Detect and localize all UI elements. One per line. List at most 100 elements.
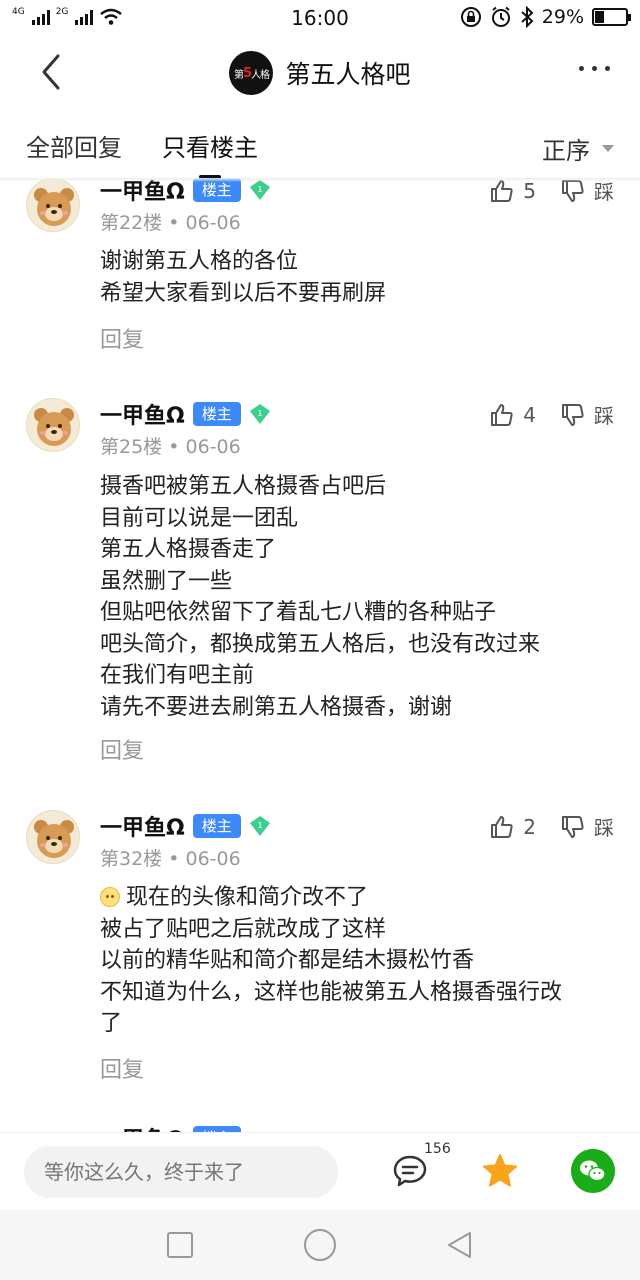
battery-percent: 29% (541, 6, 584, 28)
square-icon (167, 1232, 193, 1258)
more-dot (605, 66, 610, 71)
wechat-share-button[interactable] (569, 1147, 617, 1195)
author-name[interactable]: 一甲鱼Ω (100, 178, 185, 206)
avatar[interactable] (26, 178, 80, 232)
reply-button[interactable]: 回复 (100, 1052, 144, 1084)
tab-op-only[interactable]: 只看楼主 (162, 121, 258, 179)
post-line: 但贴吧依然留下了着乱七八糟的各种贴子 (100, 600, 497, 625)
battery-fill (595, 11, 604, 23)
thumbs-down-icon (562, 403, 584, 426)
forum-title-group[interactable]: 第 5 人格 第五人格吧 (229, 51, 411, 95)
post-meta: 第25楼 • 06-06 (100, 436, 241, 458)
bluetooth-icon (521, 6, 534, 28)
post-body: 谢谢第五人格的各位 希望大家看到以后不要再刷屏 (100, 246, 600, 309)
post-line: 在我们有吧主前 (100, 663, 255, 688)
post-meta: 第32楼 • 06-06 (100, 848, 241, 870)
awkward-face-emoji-icon (100, 887, 120, 907)
avatar[interactable] (26, 810, 80, 864)
wifi-icon (100, 8, 123, 25)
filter-tabs: 全部回复 只看楼主 正序 (0, 118, 640, 179)
dislike-label: 踩 (594, 180, 614, 204)
post-line: 被占了贴吧之后就改成了这样 (100, 916, 387, 942)
dislike-button[interactable]: 踩 (560, 178, 614, 205)
network-type-1: 4G (12, 7, 25, 17)
post-actions: 2 踩 (489, 812, 614, 841)
star-icon (483, 1154, 517, 1187)
more-button[interactable] (579, 66, 610, 71)
author-name[interactable]: 一甲鱼Ω (100, 1122, 185, 1132)
reply-input[interactable] (24, 1145, 338, 1198)
post-body: 现在的头像和简介改不了 被占了贴吧之后就改成了这样 以前的精华贴和简介都是结木摄… (100, 882, 600, 1040)
thumbs-up-icon (491, 403, 513, 426)
signal-icon-2 (75, 9, 94, 25)
svg-text:1: 1 (257, 821, 262, 830)
post-line: 第五人格摄香走了 (100, 537, 277, 562)
comment-count: 156 (424, 1141, 451, 1157)
dislike-label: 踩 (594, 816, 614, 840)
circle-icon (304, 1229, 336, 1261)
reply-button[interactable]: 回复 (100, 322, 144, 354)
triangle-back-icon (448, 1232, 471, 1258)
sort-label: 正序 (542, 136, 590, 165)
post-line: 现在的头像和简介改不了 (100, 882, 600, 914)
sort-dropdown[interactable]: 正序 (542, 131, 614, 166)
like-count: 4 (523, 402, 536, 427)
tabs-divider (0, 178, 640, 182)
home-button[interactable] (300, 1225, 340, 1265)
author-name[interactable]: 一甲鱼Ω (100, 398, 185, 430)
post-feed[interactable]: 一甲鱼Ω 楼主 1 第22楼 • 06-06 5 踩 谢谢第五人格的各位 希望大… (0, 178, 640, 1132)
author-name[interactable]: 一甲鱼Ω (100, 810, 185, 842)
like-count: 5 (523, 178, 536, 203)
post-line: 希望大家看到以后不要再刷屏 (100, 280, 387, 306)
post-line: 虽然删了一些 (100, 568, 233, 594)
post-line: 不知道为什么，这样也能被第五人格摄香强行改 (100, 979, 563, 1005)
system-back-button[interactable] (440, 1225, 480, 1265)
post-date: 06-06 (185, 436, 241, 458)
thumbs-up-icon (491, 815, 513, 838)
recent-apps-button[interactable] (160, 1225, 200, 1265)
author-line: 一甲鱼Ω 楼主 1 (100, 398, 271, 430)
like-button[interactable]: 4 (489, 402, 536, 428)
alarm-icon (491, 6, 510, 27)
comment-bubble-icon (393, 1155, 427, 1187)
tab-all-replies[interactable]: 全部回复 (26, 121, 122, 175)
forum-logo-text-c: 人格 (251, 69, 270, 81)
header: 第 5 人格 第五人格吧 (0, 38, 640, 108)
author-line: 一甲鱼Ω 楼主 1 (100, 178, 271, 206)
level-diamond-icon: 1 (249, 180, 270, 200)
thumbs-down-icon (562, 815, 584, 838)
level-diamond-icon: 1 (249, 404, 270, 424)
author-line: 一甲鱼Ω 楼主 (100, 1122, 241, 1132)
post-actions: 4 踩 (489, 400, 614, 429)
back-button[interactable] (34, 50, 74, 94)
more-dot (592, 66, 597, 71)
battery-icon (592, 8, 631, 26)
network-type-2: 2G (55, 7, 69, 17)
op-badge: 楼主 (192, 402, 241, 426)
reply-button[interactable]: 回复 (100, 733, 144, 765)
forum-logo: 第 5 人格 (229, 51, 274, 95)
status-right: 29% (460, 6, 631, 28)
svg-text:1: 1 (257, 409, 262, 418)
post-line: 谢谢第五人格的各位 (100, 249, 299, 274)
post-line: 请先不要进去刷第五人格摄香，谢谢 (100, 694, 453, 720)
post-line: 以前的精华贴和简介都是结木摄松竹香 (100, 948, 475, 973)
dislike-button[interactable]: 踩 (560, 812, 614, 841)
like-count: 2 (523, 814, 536, 839)
like-button[interactable]: 2 (489, 814, 536, 840)
post-actions: 5 踩 (489, 178, 614, 205)
avatar[interactable] (26, 398, 80, 452)
favorite-button[interactable] (476, 1147, 524, 1195)
forum-logo-text-a: 第 (233, 69, 244, 81)
status-left: 4G 2G (12, 7, 123, 26)
post-body: 摄香吧被第五人格摄香占吧后 目前可以说是一团乱 第五人格摄香走了 虽然删了一些 … (100, 471, 600, 723)
dislike-button[interactable]: 踩 (560, 400, 614, 429)
forum-logo-text-b: 5 (242, 65, 252, 81)
bottom-action-bar: 156 (0, 1132, 640, 1210)
post-date: 06-06 (185, 848, 241, 870)
post-meta: 第22楼 • 06-06 (100, 212, 241, 234)
level-diamond-icon: 1 (249, 816, 270, 836)
chevron-left-icon (42, 54, 60, 90)
svg-text:1: 1 (257, 185, 262, 194)
post-line-text: 现在的头像和简介改不了 (126, 885, 369, 910)
